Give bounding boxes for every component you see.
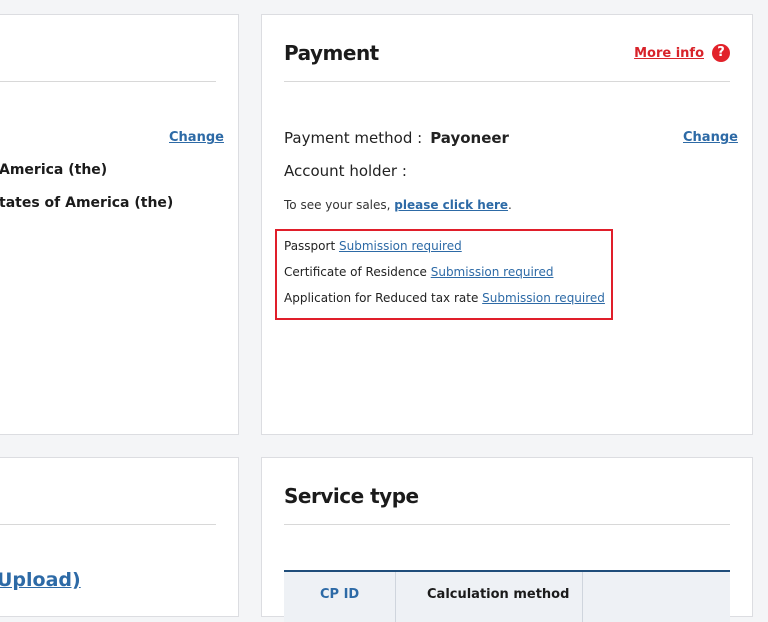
country-line-2: tates of America (the) xyxy=(0,195,174,211)
address-change-link[interactable]: Change xyxy=(169,130,224,145)
service-type-title: Service type xyxy=(284,484,419,508)
document-row-reduced-tax: Application for Reduced tax rate Submiss… xyxy=(284,291,605,305)
country-line-1: America (the) xyxy=(0,162,108,178)
divider xyxy=(284,524,730,525)
payment-method-label: Payment method : xyxy=(284,129,423,147)
sales-suffix: . xyxy=(508,198,512,212)
sales-link[interactable]: please click here xyxy=(394,198,508,212)
document-label: Certificate of Residence xyxy=(284,265,427,279)
account-holder-label: Account holder : xyxy=(284,162,407,180)
upload-card: Upload) xyxy=(0,457,239,617)
column-calculation-method: Calculation method xyxy=(427,587,570,602)
upload-link[interactable]: Upload) xyxy=(0,569,81,591)
sales-text: To see your sales, please click here. xyxy=(284,198,512,212)
sales-prefix: To see your sales, xyxy=(284,198,395,212)
service-type-card: Service type CP ID Calculation method xyxy=(261,457,753,622)
address-card: Change America (the) tates of America (t… xyxy=(0,14,239,435)
column-separator xyxy=(395,572,396,622)
document-row-residence: Certificate of Residence Submission requ… xyxy=(284,265,553,279)
reduced-tax-submission-link[interactable]: Submission required xyxy=(482,291,605,305)
residence-submission-link[interactable]: Submission required xyxy=(431,265,554,279)
divider xyxy=(284,81,730,82)
more-info-link[interactable]: More info xyxy=(634,46,704,61)
payment-method-value: Payoneer xyxy=(430,129,509,147)
payment-change-link[interactable]: Change xyxy=(683,130,738,145)
column-cp-id: CP ID xyxy=(320,587,360,602)
document-label: Passport xyxy=(284,239,336,253)
payment-method-row: Payment method : Payoneer xyxy=(284,129,509,147)
divider xyxy=(0,81,216,82)
payment-card: Payment More info ? Payment method : Payo… xyxy=(261,14,753,435)
help-icon[interactable]: ? xyxy=(712,44,730,62)
divider xyxy=(0,524,216,525)
passport-submission-link[interactable]: Submission required xyxy=(339,239,462,253)
service-table-header: CP ID Calculation method xyxy=(284,570,730,622)
document-label: Application for Reduced tax rate xyxy=(284,291,479,305)
column-separator xyxy=(582,572,583,622)
document-row-passport: Passport Submission required xyxy=(284,239,462,253)
payment-title: Payment xyxy=(284,41,379,65)
